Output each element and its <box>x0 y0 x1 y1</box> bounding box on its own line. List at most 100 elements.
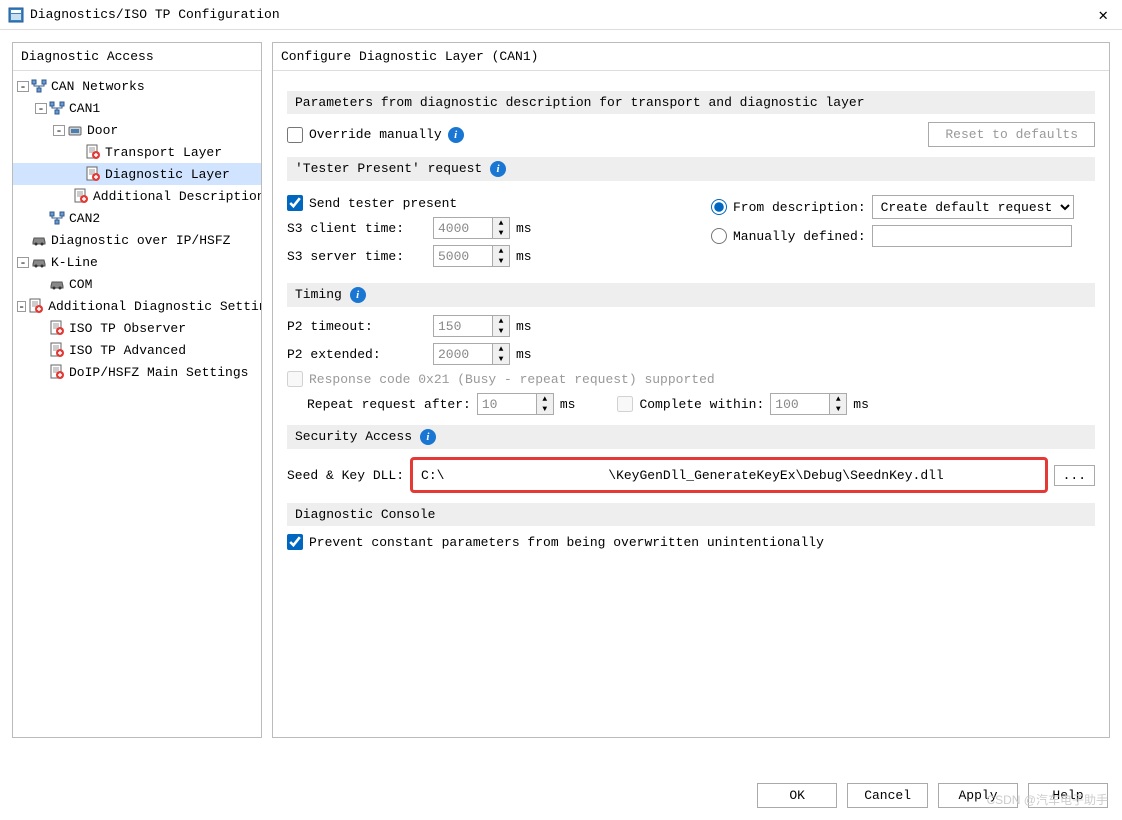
tree-item-label: K-Line <box>51 255 98 270</box>
cancel-button[interactable]: Cancel <box>847 783 928 808</box>
section-tester-present: 'Tester Present' request i <box>287 157 1095 181</box>
info-icon[interactable]: i <box>350 287 366 303</box>
expand-toggle-icon <box>35 345 47 356</box>
s3-client-input[interactable] <box>433 217 493 239</box>
tree-item[interactable]: Diagnostic over IP/HSFZ <box>13 229 261 251</box>
seed-key-highlighted-row <box>410 457 1048 493</box>
override-checkbox[interactable] <box>287 127 303 143</box>
spinner-buttons[interactable]: ▲▼ <box>493 245 510 267</box>
tree-item[interactable]: -CAN1 <box>13 97 261 119</box>
complete-within-input[interactable] <box>770 393 830 415</box>
car-icon <box>49 276 65 292</box>
s3-server-label: S3 server time: <box>287 249 427 264</box>
section-diagnostic-console: Diagnostic Console <box>287 503 1095 526</box>
tree-item-label: Additional Descriptions <box>93 189 261 204</box>
tree-item[interactable]: - K-Line <box>13 251 261 273</box>
expand-toggle-icon[interactable]: - <box>17 301 26 312</box>
tree-item[interactable]: - Door <box>13 119 261 141</box>
tree-item[interactable]: Additional Descriptions <box>13 185 261 207</box>
tree-item-label: ISO TP Advanced <box>69 343 186 358</box>
expand-toggle-icon[interactable]: - <box>35 103 47 114</box>
spinner-buttons[interactable]: ▲▼ <box>537 393 554 415</box>
expand-toggle-icon <box>35 213 47 224</box>
expand-toggle-icon[interactable]: - <box>17 81 29 92</box>
manually-defined-input[interactable] <box>872 225 1072 247</box>
tree-item[interactable]: ISO TP Observer <box>13 317 261 339</box>
tree-item-label: Transport Layer <box>105 145 222 160</box>
repeat-input[interactable] <box>477 393 537 415</box>
close-button[interactable]: ✕ <box>1092 5 1114 25</box>
doc-icon <box>85 144 101 160</box>
spinner-buttons[interactable]: ▲▼ <box>493 343 510 365</box>
complete-within-checkbox[interactable] <box>617 396 633 412</box>
expand-toggle-icon <box>35 367 47 378</box>
ok-button[interactable]: OK <box>757 783 837 808</box>
tree-item-label: Diagnostic Layer <box>105 167 230 182</box>
apply-button[interactable]: Apply <box>938 783 1018 808</box>
car-icon <box>31 232 47 248</box>
section-timing: Timing i <box>287 283 1095 307</box>
browse-button[interactable]: ... <box>1054 465 1095 486</box>
diagnostic-tree[interactable]: -CAN Networks-CAN1-DoorTransport LayerDi… <box>13 71 261 737</box>
create-default-select[interactable]: Create default request <box>872 195 1074 219</box>
info-icon[interactable]: i <box>448 127 464 143</box>
s3-server-input[interactable] <box>433 245 493 267</box>
p2-timeout-input[interactable] <box>433 315 493 337</box>
manually-defined-label: Manually defined: <box>733 229 866 244</box>
tree-item[interactable]: Diagnostic Layer <box>13 163 261 185</box>
p2-extended-input[interactable] <box>433 343 493 365</box>
seed-key-label: Seed & Key DLL: <box>287 468 404 483</box>
tree-item[interactable]: COM <box>13 273 261 295</box>
tree-item-label: DoIP/HSFZ Main Settings <box>69 365 248 380</box>
tree-item-label: Additional Diagnostic Settings <box>48 299 261 314</box>
net-icon <box>49 210 65 226</box>
expand-toggle-icon <box>71 147 83 158</box>
expand-toggle-icon <box>71 169 83 180</box>
doc-icon <box>49 342 65 358</box>
from-description-label: From description: <box>733 200 866 215</box>
dev-icon <box>67 122 83 138</box>
tree-item-label: Door <box>87 123 118 138</box>
tree-item[interactable]: Transport Layer <box>13 141 261 163</box>
right-panel-header: Configure Diagnostic Layer (CAN1) <box>273 43 1109 71</box>
spinner-buttons[interactable]: ▲▼ <box>830 393 847 415</box>
manually-defined-radio[interactable] <box>711 228 727 244</box>
doc-icon <box>85 166 101 182</box>
tree-item[interactable]: - CAN Networks <box>13 75 261 97</box>
expand-toggle-icon <box>35 279 47 290</box>
repeat-label: Repeat request after: <box>307 397 471 412</box>
complete-within-label: Complete within: <box>639 397 764 412</box>
tree-item[interactable]: DoIP/HSFZ Main Settings <box>13 361 261 383</box>
spinner-buttons[interactable]: ▲▼ <box>493 217 510 239</box>
send-tester-label: Send tester present <box>309 196 457 211</box>
expand-toggle-icon[interactable]: - <box>17 257 29 268</box>
tree-item[interactable]: CAN2 <box>13 207 261 229</box>
seed-key-dll-input[interactable] <box>417 464 1041 486</box>
override-label: Override manually <box>309 127 442 142</box>
left-panel-header: Diagnostic Access <box>13 43 261 71</box>
app-icon <box>8 7 24 23</box>
send-tester-checkbox[interactable] <box>287 195 303 211</box>
s3-client-label: S3 client time: <box>287 221 427 236</box>
reset-defaults-button[interactable]: Reset to defaults <box>928 122 1095 147</box>
tree-item[interactable]: ISO TP Advanced <box>13 339 261 361</box>
p2-extended-label: P2 extended: <box>287 347 427 362</box>
spinner-buttons[interactable]: ▲▼ <box>493 315 510 337</box>
doc-icon <box>28 298 44 314</box>
expand-toggle-icon[interactable]: - <box>53 125 65 136</box>
expand-toggle-icon <box>35 323 47 334</box>
expand-toggle-icon <box>17 235 29 246</box>
info-icon[interactable]: i <box>420 429 436 445</box>
section-parameters: Parameters from diagnostic description f… <box>287 91 1095 114</box>
busy-checkbox[interactable] <box>287 371 303 387</box>
tree-item-label: ISO TP Observer <box>69 321 186 336</box>
help-button[interactable]: Help <box>1028 783 1108 808</box>
tree-item-label: CAN Networks <box>51 79 145 94</box>
from-description-radio[interactable] <box>711 199 727 215</box>
info-icon[interactable]: i <box>490 161 506 177</box>
title-bar: Diagnostics/ISO TP Configuration ✕ <box>0 0 1122 30</box>
tree-item[interactable]: - Additional Diagnostic Settings <box>13 295 261 317</box>
right-panel: Configure Diagnostic Layer (CAN1) Parame… <box>272 42 1110 738</box>
dialog-button-bar: OK Cancel Apply Help <box>757 783 1108 808</box>
prevent-overwrite-checkbox[interactable] <box>287 534 303 550</box>
